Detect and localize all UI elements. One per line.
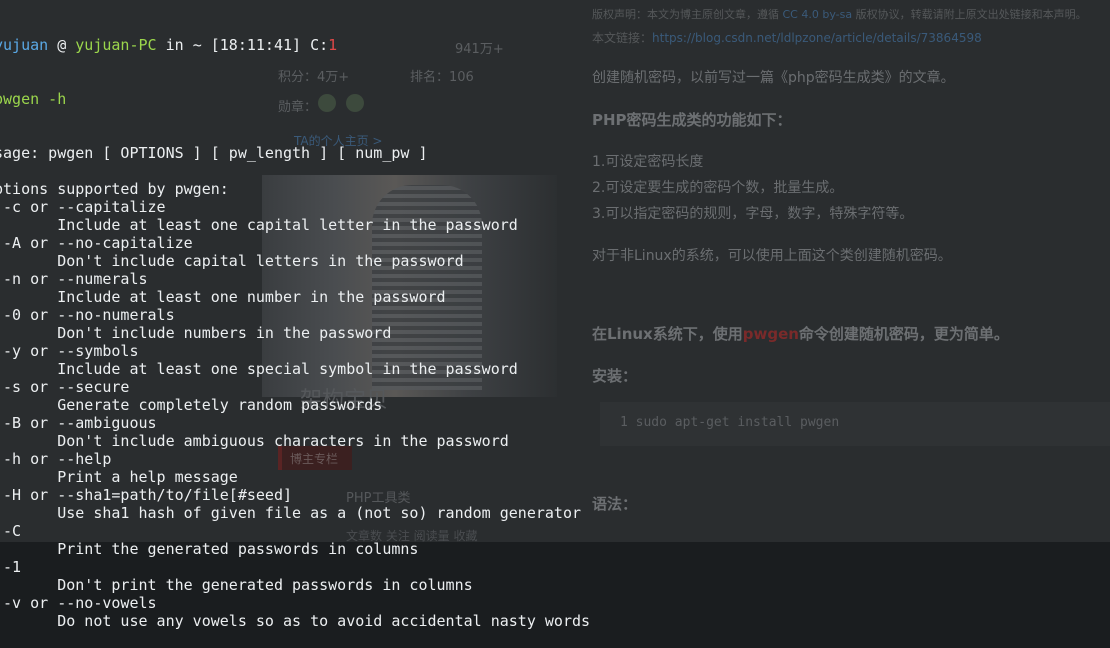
output-line: Print a help message — [0, 468, 238, 486]
command-line: pwgen -h — [0, 90, 67, 108]
output-line: Don't include numbers in the password — [0, 324, 392, 342]
output-line: Include at least one special symbol in t… — [0, 360, 518, 378]
prompt-in: in — [156, 36, 193, 54]
output-line: Print the generated passwords in columns — [0, 540, 419, 558]
output-line: -C — [3, 522, 22, 540]
prompt-at: @ — [48, 36, 76, 54]
output-line: Use sha1 hash of given file as a (not so… — [0, 504, 581, 522]
output-line: -H or --sha1=path/to/file[#seed] — [0, 486, 293, 504]
output-line: -h or --help — [0, 450, 112, 468]
output-line: -0 or --no-numerals — [0, 306, 175, 324]
prompt-line: yujuan @ yujuan-PC in ~ [18:11:41] C:1 — [0, 36, 1110, 54]
output-line: -c or --capitalize — [0, 198, 166, 216]
output-line: Don't print the generated passwords in c… — [0, 576, 473, 594]
terminal-output[interactable]: yujuan @ yujuan-PC in ~ [18:11:41] C:1 p… — [0, 0, 1110, 630]
output-line: -B or --ambiguous — [0, 414, 157, 432]
output-line: Include at least one capital letter in t… — [0, 216, 518, 234]
prompt-time: [18:11:41] — [201, 36, 302, 54]
output-line: Don't include ambiguous characters in th… — [0, 432, 509, 450]
output-line: Include at least one number in the passw… — [0, 288, 446, 306]
prompt-dir: ~ — [192, 36, 202, 54]
output-line: -1 — [3, 558, 22, 576]
output-line: Generate completely random passwords — [0, 396, 383, 414]
help-output: sage: pwgen [ OPTIONS ] [ pw_length ] [ … — [0, 144, 1110, 630]
output-line: -v or --no-vowels — [0, 594, 157, 612]
output-line: sage: pwgen [ OPTIONS ] [ pw_length ] [ … — [0, 144, 428, 162]
output-line: -s or --secure — [0, 378, 130, 396]
output-line: -n or --numerals — [0, 270, 148, 288]
prompt-user: yujuan — [0, 36, 49, 54]
prompt-status-code: 1 — [328, 36, 338, 54]
output-line: -A or --no-capitalize — [0, 234, 193, 252]
prompt-status-label: C: — [301, 36, 329, 54]
output-line: -y or --symbols — [0, 342, 139, 360]
output-line: Do not use any vowels so as to avoid acc… — [0, 612, 591, 630]
output-line: Don't include capital letters in the pas… — [0, 252, 464, 270]
output-line: ptions supported by pwgen: — [0, 180, 229, 198]
prompt-host: yujuan-PC — [75, 36, 157, 54]
